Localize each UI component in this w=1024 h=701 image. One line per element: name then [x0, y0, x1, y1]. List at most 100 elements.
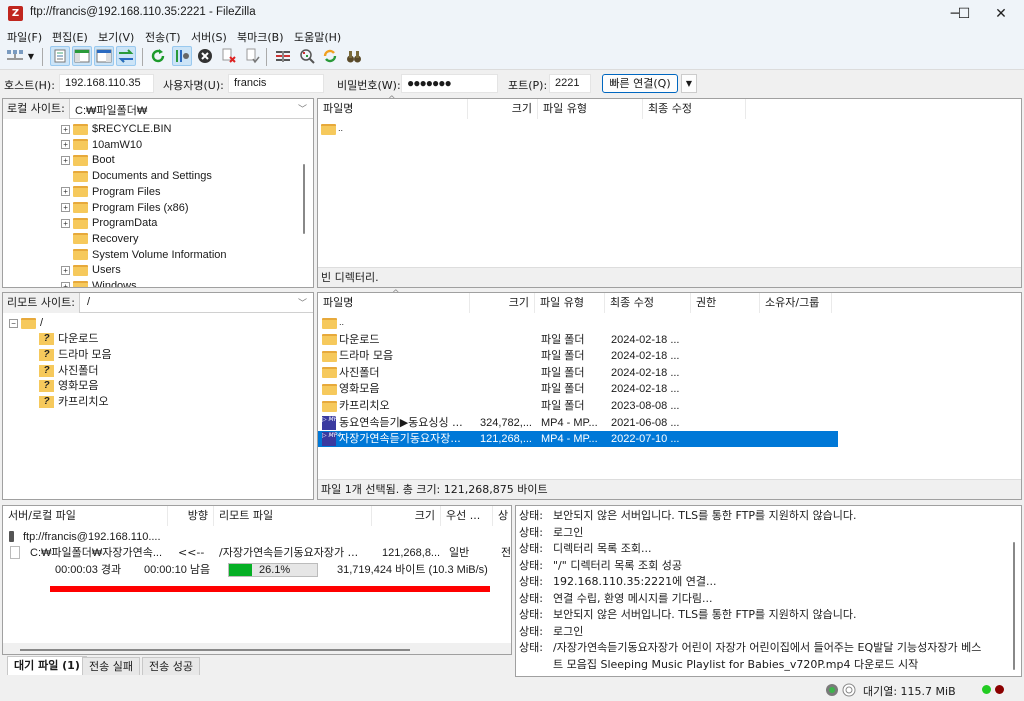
- menu-transfer[interactable]: 전송(T): [145, 29, 181, 45]
- compare-directories-button[interactable]: [297, 46, 317, 66]
- expand-icon[interactable]: +: [61, 203, 70, 213]
- remote-file-row[interactable]: 카프리치오 파일 폴더 2023-08-08 ...: [318, 398, 838, 414]
- toggle-message-log-button[interactable]: [50, 46, 70, 66]
- close-button[interactable]: ✕: [978, 0, 1024, 28]
- tab-queued-files[interactable]: 대기 파일 (1): [7, 656, 87, 675]
- remote-file-row[interactable]: 영화모음 파일 폴더 2024-02-18 ...: [318, 381, 838, 397]
- queue-col-size[interactable]: 크기: [372, 506, 441, 526]
- queue-hscrollbar[interactable]: [20, 649, 410, 651]
- local-site-path-input[interactable]: C:₩파일폴더₩: [75, 102, 147, 118]
- queue-col-remote[interactable]: 리모트 파일: [214, 506, 372, 526]
- tab-failed-transfers[interactable]: 전송 실패: [82, 657, 140, 675]
- network-config-icon[interactable]: [842, 683, 856, 697]
- local-tree-item[interactable]: +10amW10: [61, 137, 142, 153]
- disconnect-button[interactable]: [219, 46, 239, 66]
- local-tree-scrollbar[interactable]: [303, 164, 305, 234]
- local-tree-item[interactable]: + Program Files (x86): [61, 200, 189, 216]
- collapse-icon[interactable]: −: [9, 318, 18, 328]
- local-tree-item[interactable]: + Program Files: [61, 184, 160, 200]
- sync-browsing-button[interactable]: [320, 46, 340, 66]
- queue-col-priority[interactable]: 우선 ...: [441, 506, 493, 526]
- remote-col-modified[interactable]: 최종 수정: [605, 293, 691, 313]
- host-input[interactable]: 192.168.110.35: [59, 74, 154, 93]
- expand-icon[interactable]: +: [61, 140, 70, 150]
- local-tree-item[interactable]: + ProgramData: [61, 215, 157, 231]
- remote-file-row[interactable]: ▷ MP4 동요연속듣기▶동요싱싱 ... 324,782,... MP4 - MP.…: [318, 415, 838, 431]
- tab-successful-transfers[interactable]: 전송 성공: [142, 657, 200, 675]
- search-files-button[interactable]: [344, 46, 364, 66]
- log-message: /자장가연속듣기동요자장가 어린이 자장가 어린이집에서 들어주는 EQ발달 기…: [553, 641, 982, 654]
- chevron-down-icon[interactable]: ﹀: [298, 102, 307, 115]
- site-manager-dropdown-icon[interactable]: ▼: [24, 46, 38, 66]
- expand-icon[interactable]: +: [61, 281, 70, 287]
- site-manager-button[interactable]: [5, 46, 25, 66]
- menu-file[interactable]: 파일(F): [7, 29, 42, 45]
- queue-col-status[interactable]: 상: [493, 506, 511, 526]
- local-tree-item[interactable]: Documents and Settings: [61, 168, 212, 184]
- expand-icon[interactable]: +: [61, 218, 70, 228]
- directory-filter-button[interactable]: [273, 46, 293, 66]
- maximize-icon: ☐: [957, 6, 971, 22]
- local-tree-item[interactable]: System Volume Information: [61, 247, 227, 263]
- remote-file-row[interactable]: 다운로드 파일 폴더 2024-02-18 ...: [318, 332, 838, 348]
- expand-icon[interactable]: +: [61, 124, 70, 134]
- menu-help[interactable]: 도움말(H): [294, 29, 341, 45]
- local-col-filename[interactable]: 파일명: [318, 99, 468, 119]
- log-scrollbar[interactable]: [1013, 542, 1015, 670]
- process-queue-button[interactable]: [172, 46, 192, 66]
- local-tree-item-label: Documents and Settings: [92, 170, 212, 183]
- queue-col-local[interactable]: 서버/로컬 파일: [3, 506, 168, 526]
- local-tree-item[interactable]: + Users: [61, 262, 121, 278]
- remote-tree-item[interactable]: ? 다운로드: [39, 331, 98, 347]
- refresh-button[interactable]: [148, 46, 168, 66]
- queue-file-row[interactable]: C:₩파일폴더₩자장가연속... <<-- /자장가연속듣기동요자장가 ... …: [9, 545, 511, 561]
- remote-tree-item[interactable]: ? 사진폴더: [39, 363, 98, 379]
- remote-tree-item[interactable]: ? 영화모음: [39, 378, 98, 394]
- remote-col-filename[interactable]: 파일명: [318, 293, 470, 313]
- remote-file-modified: 2021-06-08 ...: [611, 416, 680, 429]
- expand-icon[interactable]: +: [61, 155, 70, 165]
- quickconnect-button[interactable]: 빠른 연결(Q): [602, 74, 678, 93]
- remote-col-type[interactable]: 파일 유형: [535, 293, 605, 313]
- remote-site-path-input[interactable]: /: [87, 296, 90, 308]
- menu-bookmarks[interactable]: 북마크(B): [237, 29, 284, 45]
- toggle-remote-tree-button[interactable]: [94, 46, 114, 66]
- chevron-down-icon[interactable]: ﹀: [298, 296, 307, 309]
- local-col-type[interactable]: 파일 유형: [538, 99, 643, 119]
- local-file-row[interactable]: ..: [318, 121, 1018, 137]
- remote-tree-root[interactable]: − /: [9, 315, 43, 331]
- remote-file-row[interactable]: 드라마 모음 파일 폴더 2024-02-18 ...: [318, 348, 838, 364]
- username-input[interactable]: francis: [228, 74, 324, 93]
- quickconnect-history-dropdown[interactable]: ▼: [681, 74, 697, 93]
- queue-col-direction[interactable]: 방향: [168, 506, 214, 526]
- local-tree-item[interactable]: + $RECYCLE.BIN: [61, 121, 171, 137]
- local-tree-item[interactable]: + Boot: [61, 152, 115, 168]
- remote-file-row[interactable]: ..: [318, 315, 838, 331]
- local-tree-item[interactable]: + Windows: [61, 278, 137, 287]
- local-col-modified[interactable]: 최종 수정: [643, 99, 746, 119]
- expand-icon[interactable]: +: [61, 265, 70, 275]
- expand-icon[interactable]: +: [61, 187, 70, 197]
- folder-icon: [73, 154, 88, 166]
- remote-file-row[interactable]: ▷ MP4 자장가연속듣기동요자장... 121,268,... MP4 - MP..…: [318, 431, 838, 448]
- local-tree-item[interactable]: Recovery: [61, 231, 138, 247]
- reconnect-button[interactable]: [243, 46, 263, 66]
- local-tree-item-label: Recovery: [92, 232, 139, 245]
- menu-edit[interactable]: 편집(E): [52, 29, 88, 45]
- cancel-operation-button[interactable]: [195, 46, 215, 66]
- password-input[interactable]: ●●●●●●●: [401, 74, 498, 93]
- remote-file-row[interactable]: 사진폴더 파일 폴더 2024-02-18 ...: [318, 365, 838, 381]
- remote-col-owner[interactable]: 소유자/그룹: [760, 293, 832, 313]
- remote-tree-item[interactable]: ? 드라마 모음: [39, 347, 112, 363]
- toggle-local-tree-button[interactable]: [72, 46, 92, 66]
- queue-server-row[interactable]: ftp://francis@192.168.110....: [9, 529, 509, 545]
- remote-col-size[interactable]: 크기: [470, 293, 535, 313]
- port-input[interactable]: 2221: [549, 74, 591, 93]
- local-col-size[interactable]: 크기: [468, 99, 538, 119]
- remote-col-permissions[interactable]: 권한: [691, 293, 760, 313]
- speed-limit-gear-icon[interactable]: [825, 683, 839, 697]
- menu-server[interactable]: 서버(S): [191, 29, 227, 45]
- toggle-transfer-queue-button[interactable]: [116, 46, 136, 66]
- menu-view[interactable]: 보기(V): [98, 29, 134, 45]
- remote-tree-item[interactable]: ? 카프리치오: [39, 394, 109, 410]
